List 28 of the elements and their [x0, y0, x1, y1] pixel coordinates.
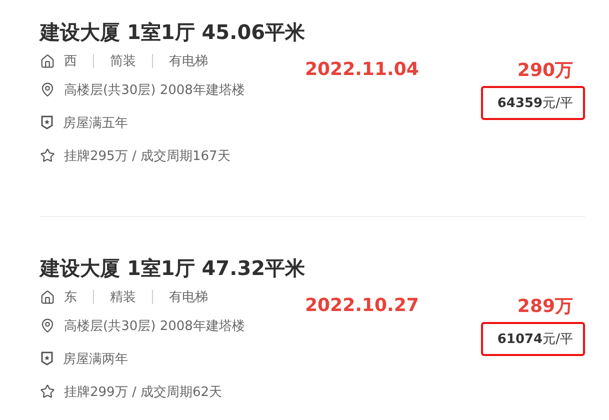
house-attribute: 有电梯 [169, 289, 208, 306]
listing-title[interactable]: 建设大厦 1室1厅 45.06平米 [40, 17, 306, 47]
floor-info: 高楼层(共30层) 2008年建塔楼 [64, 82, 245, 98]
deal-info: 挂牌299万 / 成交周期62天 [64, 384, 222, 400]
house-icon [40, 54, 55, 68]
deal-date: 2022.10.27 [305, 295, 420, 318]
location-pin-icon [40, 82, 55, 97]
unit-price: 64359元/平 [481, 86, 585, 120]
ownership-info: 房屋满两年 [63, 350, 128, 368]
house-attribute: 西 [64, 53, 77, 70]
shield-icon [40, 351, 54, 366]
deal-info: 挂牌295万 / 成交周期167天 [64, 148, 230, 164]
deal-date: 2022.11.04 [305, 59, 420, 82]
house-attribute: 东 [64, 289, 77, 306]
ownership-info: 房屋满五年 [63, 114, 128, 132]
location-pin-icon [40, 318, 55, 333]
house-icon [40, 290, 55, 304]
total-price: 289万 [517, 295, 573, 318]
unit-price: 61074元/平 [481, 322, 585, 356]
house-attribute: 有电梯 [169, 53, 208, 70]
star-icon [40, 148, 55, 163]
floor-info: 高楼层(共30层) 2008年建塔楼 [64, 318, 245, 334]
total-price: 290万 [517, 59, 573, 82]
star-icon [40, 384, 55, 399]
house-attribute: 简装 [110, 53, 136, 70]
listing-title[interactable]: 建设大厦 1室1厅 47.32平米 [40, 253, 306, 283]
house-attribute: 精装 [110, 289, 136, 306]
shield-icon [40, 115, 54, 130]
